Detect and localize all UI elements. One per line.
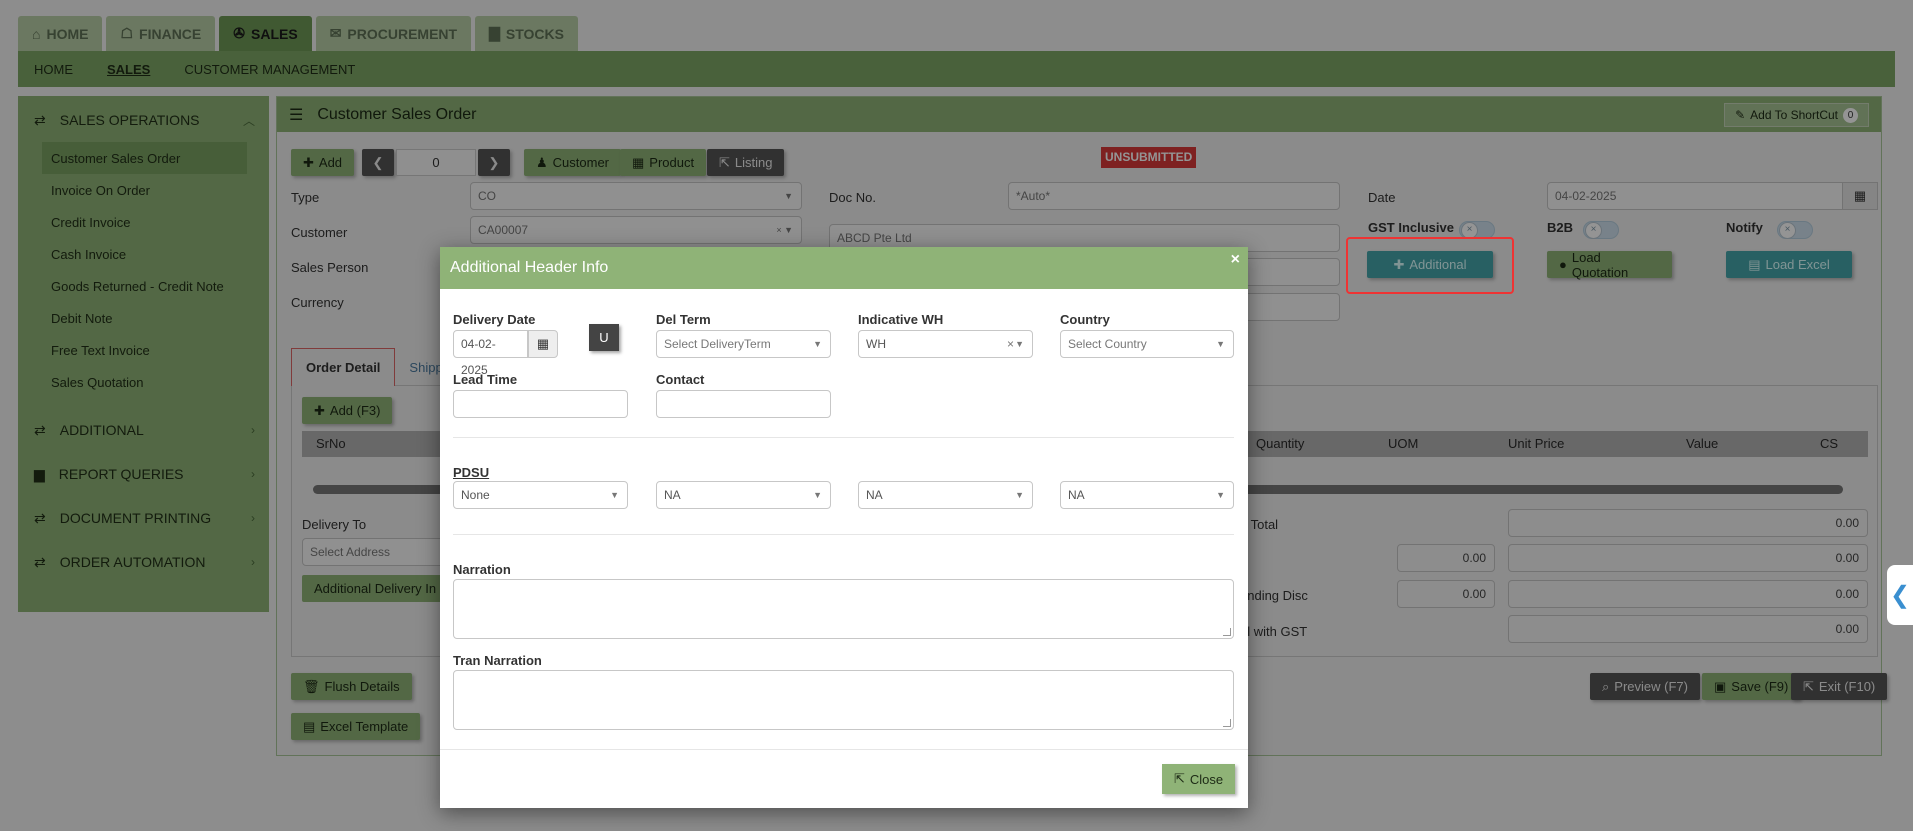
country-select[interactable]: Select Country ▼ [1060,330,1234,358]
highlight-box [1346,237,1514,294]
caret-down-icon: ▼ [1015,339,1024,349]
close-button[interactable]: ⇱ Close [1162,764,1236,794]
contact-label: Contact [656,372,705,387]
caret-down-icon: ▼ [1216,490,1225,500]
modal-title: Additional Header Info [450,259,609,276]
tran-narration-textarea[interactable] [453,670,1234,730]
country-label: Country [1060,312,1110,327]
close-icon[interactable]: × [1231,251,1240,269]
pdsu-select-4[interactable]: NA ▼ [1060,481,1234,509]
pdsu-select-2[interactable]: NA ▼ [656,481,831,509]
caret-down-icon: ▼ [1216,339,1225,349]
caret-down-icon: ▼ [1015,490,1024,500]
lead-time-input[interactable] [453,390,628,418]
caret-down-icon: ▼ [610,490,619,500]
clear-icon[interactable]: × [1007,331,1014,357]
del-term-label: Del Term [656,312,711,327]
delivery-date-label: Delivery Date [453,312,536,327]
chevron-left-icon[interactable]: ❮ [1887,565,1913,625]
pdsu-label: PDSU [453,465,490,480]
delivery-date-input[interactable]: 04-02-2025 [453,330,528,377]
divider [440,749,1248,750]
sign-out-icon: ⇱ [1174,771,1185,786]
contact-input[interactable] [656,390,831,418]
calendar-icon[interactable]: ▦ [528,330,558,358]
indicative-wh-label: Indicative WH [858,312,944,327]
tran-narration-label: Tran Narration [453,653,542,668]
lead-time-label: Lead Time [453,372,518,387]
pdsu-select-3[interactable]: NA ▼ [858,481,1033,509]
additional-header-info-modal: Additional Header Info × Delivery Date 0… [440,247,1248,808]
del-term-select[interactable]: Select DeliveryTerm ▼ [656,330,831,358]
indicative-wh-select[interactable]: WH × ▼ [858,330,1033,358]
divider [453,437,1234,438]
u-button[interactable]: U [589,324,619,351]
divider [453,534,1234,535]
narration-label: Narration [453,562,511,577]
caret-down-icon: ▼ [813,490,822,500]
pdsu-select-1[interactable]: None ▼ [453,481,628,509]
caret-down-icon: ▼ [813,339,822,349]
narration-textarea[interactable] [453,579,1234,639]
modal-header: Additional Header Info × [440,247,1248,289]
